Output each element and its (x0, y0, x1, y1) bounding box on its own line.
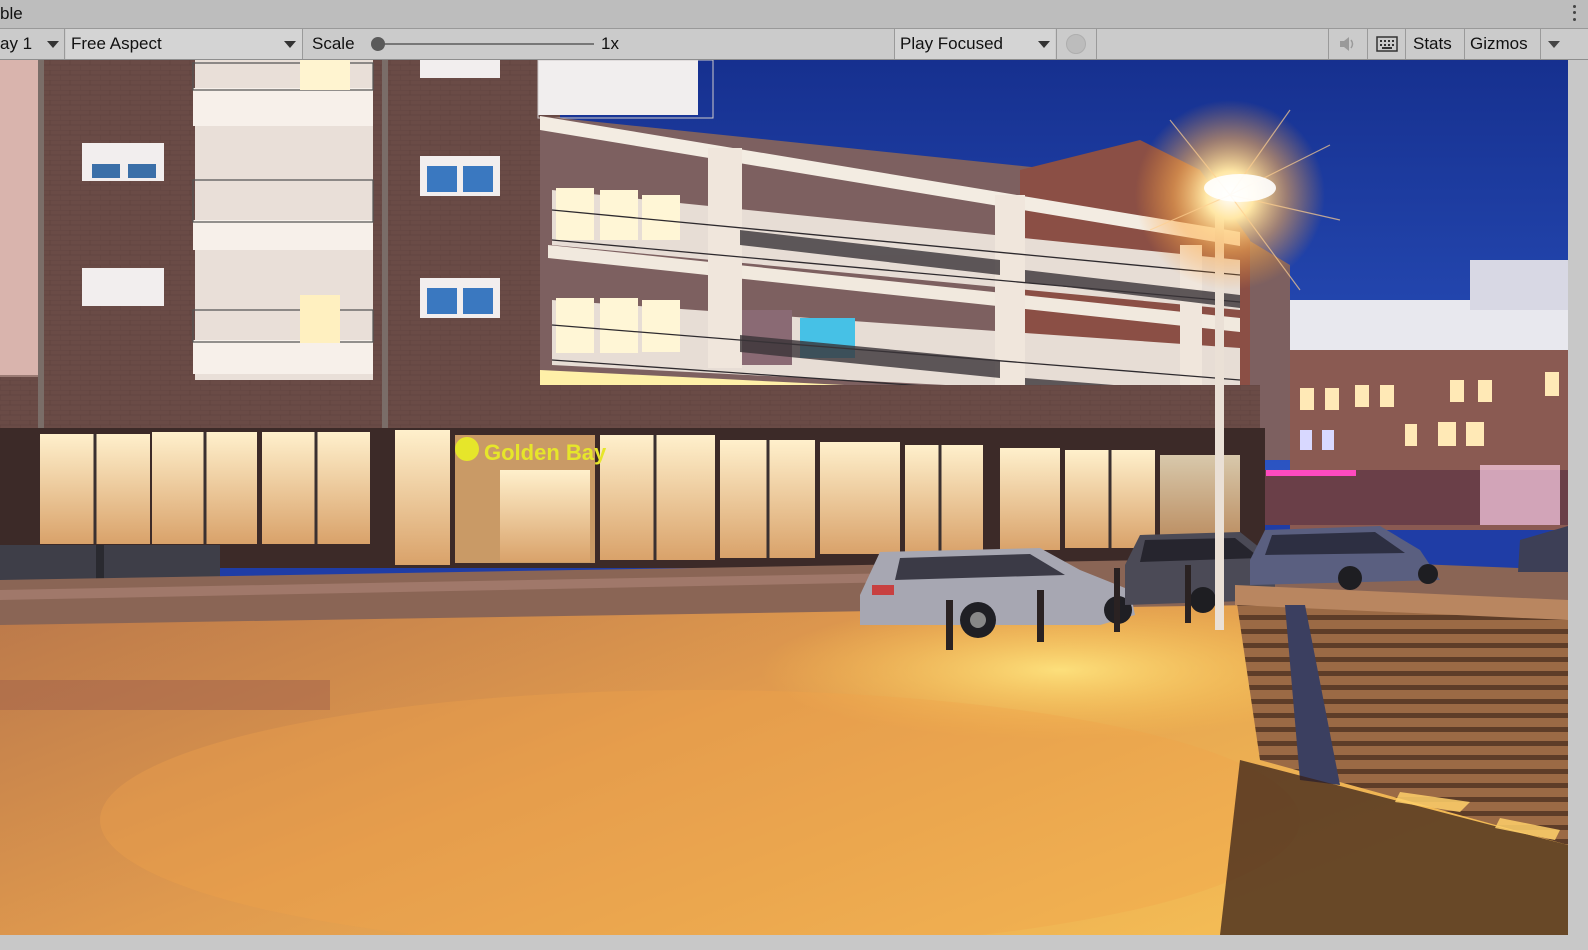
scale-slider-track[interactable] (378, 43, 594, 45)
keyboard-shortcuts-button[interactable] (1368, 29, 1406, 59)
window-titlebar: ble (0, 0, 1588, 29)
play-mode-label: Play Focused (900, 34, 1003, 53)
display-dropdown[interactable]: ay 1 (0, 29, 64, 59)
game-view-toolbar: ay 1 Free Aspect Scale 1x Play Focused S… (0, 29, 1588, 60)
scale-control: Scale 1x (303, 29, 893, 59)
game-view-viewport[interactable]: Golden Bay (0, 60, 1568, 935)
viewport-gutter-bottom (0, 935, 1588, 950)
scale-slider-handle[interactable] (371, 37, 385, 51)
aspect-dropdown[interactable]: Free Aspect (66, 29, 302, 59)
window-title: ble (0, 4, 23, 23)
debug-button[interactable] (1058, 29, 1096, 59)
distant-building (1260, 260, 1568, 530)
viewport-gutter (1568, 60, 1588, 935)
chevron-down-icon (284, 41, 296, 48)
keyboard-icon (1376, 36, 1398, 52)
stats-label: Stats (1413, 34, 1452, 53)
kebab-menu-icon[interactable] (1570, 3, 1578, 23)
mute-audio-button[interactable] (1330, 29, 1366, 59)
gizmos-dropdown[interactable] (1542, 29, 1566, 59)
display-label: ay 1 (0, 34, 33, 53)
gizmos-button[interactable]: Gizmos (1466, 29, 1540, 59)
rooftop-box (538, 60, 698, 115)
scale-value: 1x (601, 34, 619, 53)
wooden-bench (1220, 585, 1568, 935)
shop-sign: Golden Bay (484, 440, 607, 465)
gizmos-label: Gizmos (1470, 34, 1528, 53)
chevron-down-icon (47, 41, 59, 48)
aspect-label: Free Aspect (71, 34, 162, 53)
speaker-mute-icon (1340, 37, 1354, 51)
chevron-down-icon (1038, 41, 1050, 48)
bug-icon (1066, 34, 1086, 54)
scale-label: Scale (312, 34, 355, 53)
scene-render: Golden Bay (0, 60, 1568, 935)
play-mode-dropdown[interactable]: Play Focused (895, 29, 1055, 59)
chevron-down-icon (1548, 41, 1560, 48)
stats-button[interactable]: Stats (1406, 29, 1464, 59)
